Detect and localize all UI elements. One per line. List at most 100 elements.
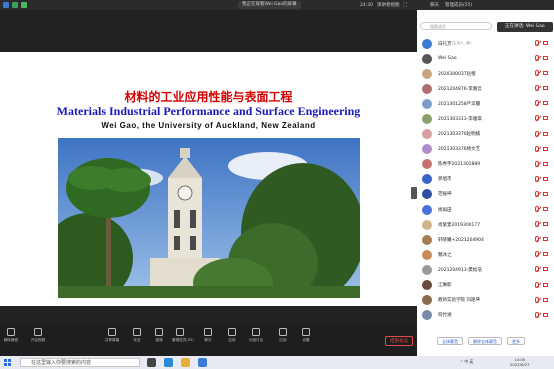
control-icon <box>228 328 236 336</box>
participant-row[interactable]: 魏冰之 <box>417 247 554 262</box>
control-button[interactable]: 应用 <box>224 328 240 343</box>
muted-mic-icon[interactable] <box>535 70 539 77</box>
control-label: 解除静音 <box>3 338 19 342</box>
control-button[interactable]: 共享屏幕 <box>104 328 120 343</box>
task-view-icon[interactable] <box>147 358 156 367</box>
edge-icon[interactable] <box>164 358 173 367</box>
muted-mic-icon[interactable] <box>535 160 539 167</box>
participant-row[interactable]: 2021204913-樊松浩 <box>417 262 554 277</box>
control-button[interactable]: 管理成员(55) <box>172 328 194 343</box>
video-off-icon[interactable] <box>543 56 548 61</box>
muted-mic-icon[interactable] <box>535 221 539 228</box>
video-off-icon[interactable] <box>543 161 548 166</box>
participant-status <box>535 281 548 288</box>
participant-status <box>535 70 548 77</box>
control-button[interactable]: 分组讨论 <box>248 328 264 343</box>
file-explorer-icon[interactable] <box>181 358 190 367</box>
muted-mic-icon[interactable] <box>535 236 539 243</box>
video-off-icon[interactable] <box>543 252 548 257</box>
participant-row[interactable]: 陈秀宇2021301889 <box>417 157 554 172</box>
video-off-icon[interactable] <box>543 131 548 136</box>
participant-row[interactable]: 郭旭杰 <box>417 172 554 187</box>
participant-row[interactable]: 杨再田 <box>417 202 554 217</box>
muted-mic-icon[interactable] <box>535 266 539 273</box>
control-button[interactable]: 聊天 <box>200 328 216 343</box>
muted-mic-icon[interactable] <box>535 40 539 46</box>
muted-mic-icon[interactable] <box>535 296 539 303</box>
participant-name: 轩晓曦+2021204904 <box>438 237 484 243</box>
muted-mic-icon[interactable] <box>535 281 539 288</box>
participant-row[interactable]: 2021301258严伞疆 <box>417 96 554 111</box>
control-button[interactable]: 应用 <box>275 328 291 343</box>
video-off-icon[interactable] <box>543 297 548 302</box>
signal-icon[interactable] <box>21 2 27 8</box>
more-button[interactable]: 更多 <box>507 337 525 345</box>
participant-row[interactable]: Wei Gao <box>417 51 554 66</box>
participant-row[interactable]: 江琳影 <box>417 278 554 293</box>
muted-mic-icon[interactable] <box>535 251 539 258</box>
participant-row[interactable]: 教师实验学院 刘艳坤 <box>417 293 554 308</box>
control-button[interactable]: 邀请 <box>151 328 167 343</box>
video-off-icon[interactable] <box>543 312 548 317</box>
chat-tab[interactable]: 聊天 <box>430 2 439 8</box>
control-button[interactable]: 开启视频 <box>30 328 46 343</box>
video-off-icon[interactable] <box>543 71 548 76</box>
participant-row[interactable]: 何竹涵 <box>417 308 554 323</box>
muted-mic-icon[interactable] <box>535 100 539 107</box>
presentation-slide: 材料的工业应用性能与表面工程 Materials Industrial Perf… <box>0 52 417 306</box>
participant-avatar <box>422 98 432 109</box>
shield-icon[interactable] <box>12 2 18 8</box>
muted-mic-icon[interactable] <box>535 311 539 318</box>
participant-avatar <box>422 219 432 230</box>
muted-mic-icon[interactable] <box>535 206 539 213</box>
video-off-icon[interactable] <box>543 86 548 91</box>
participant-row[interactable]: 2021303313-李雅琪 <box>417 111 554 126</box>
video-off-icon[interactable] <box>543 237 548 242</box>
control-button[interactable]: 设置 <box>298 328 314 343</box>
video-off-icon[interactable] <box>543 176 548 181</box>
participant-name: 2021303370赵明楠 <box>438 132 481 138</box>
taskbar-search-input[interactable]: 在这里输入你要搜索的内容 <box>20 358 140 367</box>
participant-row[interactable]: 白礼芳 (主持人, 我) <box>417 36 554 51</box>
control-icon <box>7 328 15 336</box>
participant-row[interactable]: 2020300037赵橙 <box>417 66 554 81</box>
muted-mic-icon[interactable] <box>535 145 539 152</box>
muted-mic-icon[interactable] <box>535 55 539 62</box>
muted-mic-icon[interactable] <box>535 130 539 137</box>
unmute-all-button[interactable]: 解除全体静音 <box>468 337 502 345</box>
video-off-icon[interactable] <box>543 282 548 287</box>
muted-mic-icon[interactable] <box>535 85 539 92</box>
system-tray[interactable]: ^ 中 英 <box>460 359 473 365</box>
video-off-icon[interactable] <box>543 191 548 196</box>
participant-row[interactable]: 轩晓曦+2021204904 <box>417 232 554 247</box>
participant-name: 江琳影 <box>438 283 452 289</box>
participant-row[interactable]: 2021303370赵明楠 <box>417 127 554 142</box>
control-button[interactable]: 安全 <box>129 328 145 343</box>
control-button[interactable]: 解除静音 <box>3 328 19 343</box>
participant-row[interactable]: 尚紫萱2019300177 <box>417 217 554 232</box>
manage-members-tab[interactable]: 管理成员(55) <box>445 2 472 8</box>
video-off-icon[interactable] <box>543 101 548 106</box>
participant-row[interactable]: 2021204876-李湘云 <box>417 81 554 96</box>
video-off-icon[interactable] <box>543 267 548 272</box>
video-off-icon[interactable] <box>543 41 548 45</box>
muted-mic-icon[interactable] <box>535 115 539 122</box>
video-off-icon[interactable] <box>543 146 548 151</box>
member-search-input[interactable]: 搜索成员 <box>420 22 492 30</box>
view-mode-button[interactable]: 演讲者视图 <box>377 2 400 8</box>
end-meeting-button[interactable]: 结束会议 <box>385 336 413 346</box>
video-off-icon[interactable] <box>543 116 548 121</box>
muted-mic-icon[interactable] <box>535 175 539 182</box>
windows-start-icon[interactable] <box>4 359 11 366</box>
video-off-icon[interactable] <box>543 207 548 212</box>
tencent-meeting-icon[interactable] <box>198 358 207 367</box>
mute-all-button[interactable]: 全体静音 <box>437 337 463 345</box>
meeting-top-bar: 我正在观看Wei Gao的屏幕 24:30 演讲者视图 ⛶ 聊天 管理成员(55… <box>0 0 554 10</box>
participant-row[interactable]: 范振坤 <box>417 187 554 202</box>
participant-avatar <box>422 83 432 94</box>
video-off-icon[interactable] <box>543 222 548 227</box>
fullscreen-icon[interactable]: ⛶ <box>403 2 406 8</box>
participant-row[interactable]: 2021303376杨文艺 <box>417 142 554 157</box>
muted-mic-icon[interactable] <box>535 190 539 197</box>
info-icon[interactable] <box>3 2 9 8</box>
